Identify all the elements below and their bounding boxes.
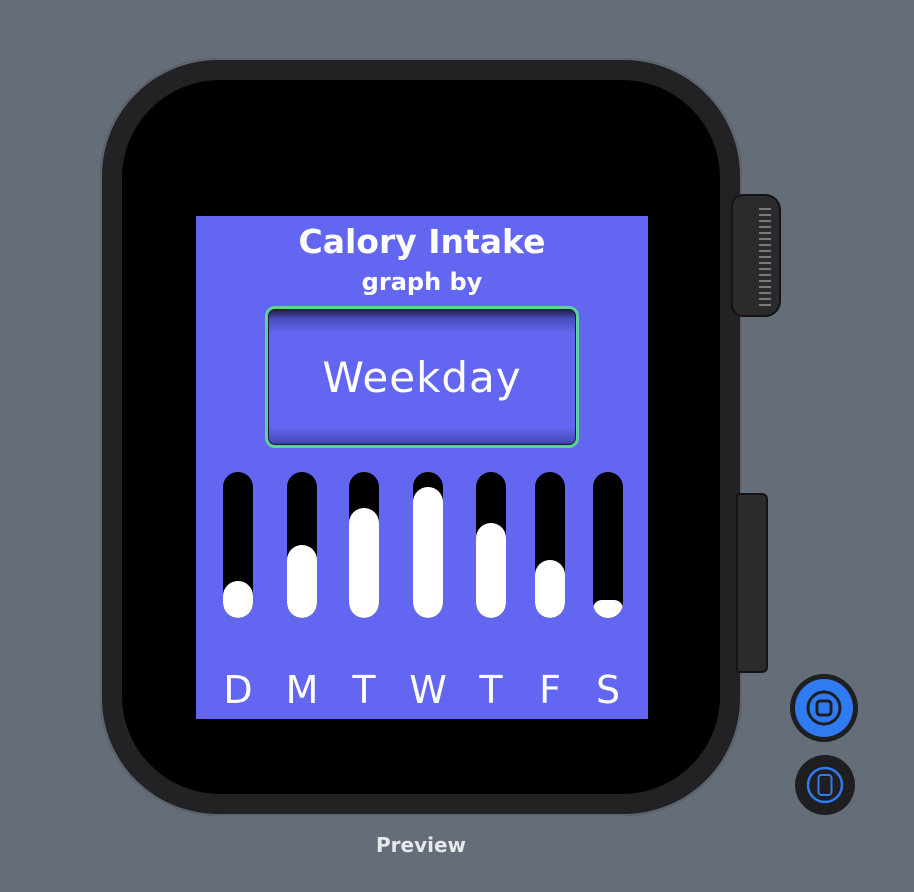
day-bar-fill	[223, 581, 253, 618]
day-label: D	[223, 668, 253, 712]
day-label: S	[595, 668, 621, 712]
live-preview-icon-svg	[806, 690, 842, 726]
calorie-app-screen: Calory Intake graph by Weekday DMTWTFS	[196, 216, 648, 719]
day-bar-fill	[413, 487, 443, 618]
day-label: W	[409, 668, 447, 712]
watch-preview-canvas: Calory Intake graph by Weekday DMTWTFS P…	[0, 0, 914, 892]
day-bar-fill	[476, 523, 506, 618]
live-preview-icon	[795, 679, 853, 737]
day-label: F	[539, 668, 561, 712]
day-bar-track	[535, 472, 565, 618]
side-button[interactable]	[736, 493, 768, 673]
preview-label: Preview	[375, 833, 467, 857]
day-bar-track	[593, 472, 623, 618]
crown-ridges	[759, 208, 771, 307]
day-bar-track	[413, 472, 443, 618]
device-icon	[806, 766, 844, 804]
day-bar-fill	[535, 560, 565, 618]
day-label: M	[285, 668, 319, 712]
day-bar-fill	[349, 508, 379, 618]
day-bar-track	[349, 472, 379, 618]
live-preview-button[interactable]	[790, 674, 858, 742]
day-bars: DMTWTFS	[196, 216, 648, 719]
day-label: T	[352, 668, 376, 712]
digital-crown[interactable]	[731, 194, 781, 317]
day-bar-track	[476, 472, 506, 618]
day-bar-fill	[593, 600, 623, 618]
day-label: T	[479, 668, 503, 712]
device-button[interactable]	[795, 755, 855, 815]
day-bar-track	[287, 472, 317, 618]
day-bar-fill	[287, 545, 317, 618]
day-bar-track	[223, 472, 253, 618]
